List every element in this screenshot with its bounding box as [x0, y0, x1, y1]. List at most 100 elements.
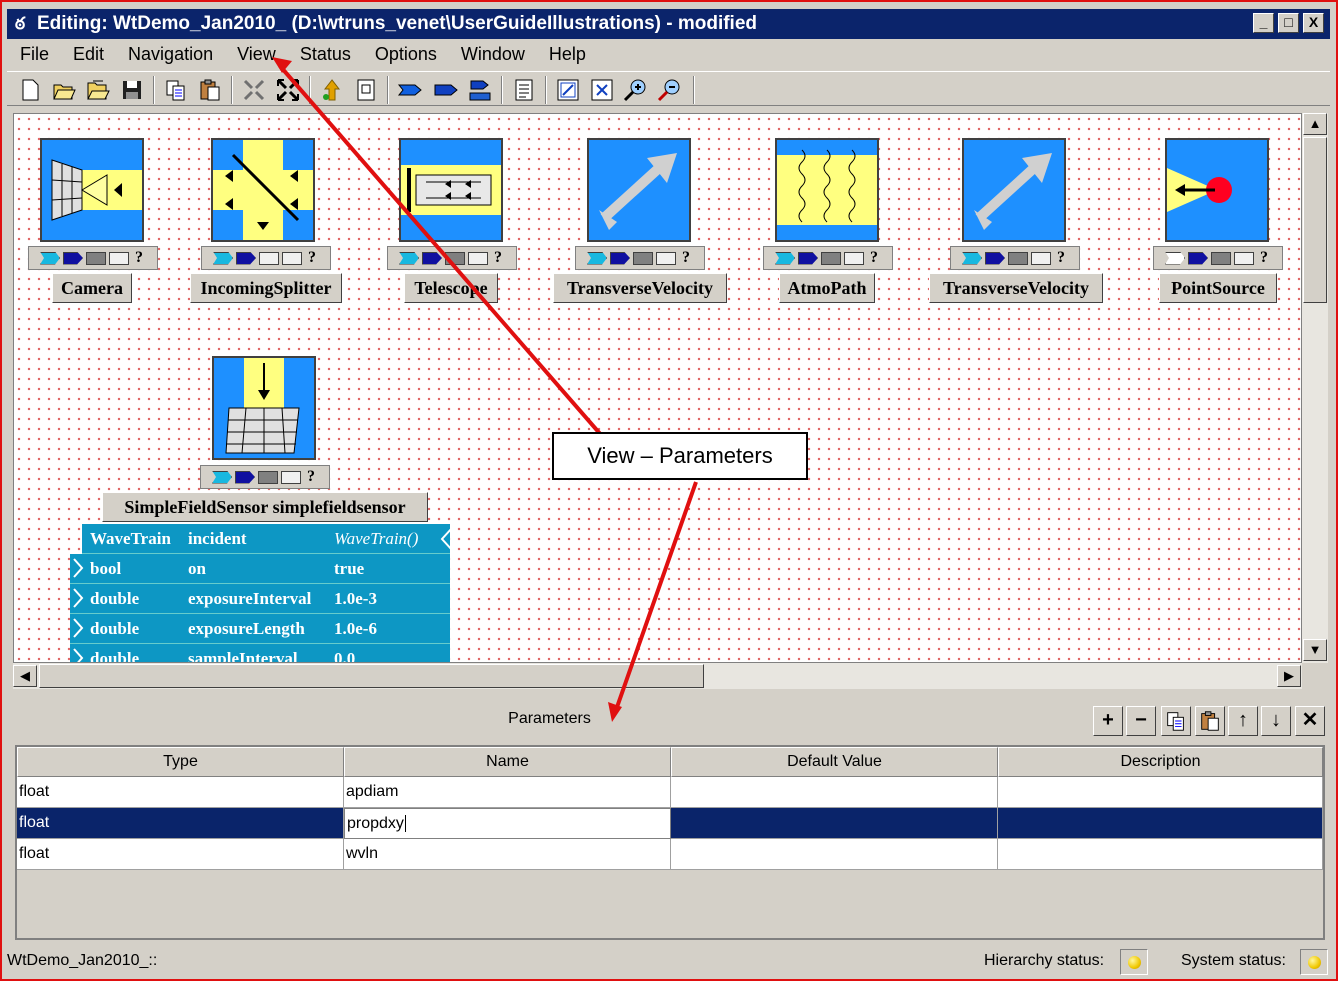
transverse-velocity-block-2[interactable] — [962, 138, 1066, 242]
atmo-path-ports[interactable]: ? — [763, 246, 893, 270]
menu-window[interactable]: Window — [448, 44, 536, 65]
help-button[interactable]: ? — [679, 249, 693, 267]
transverse-velocity-label[interactable]: TransverseVelocity — [553, 273, 727, 303]
collapse-icon[interactable] — [241, 77, 267, 103]
telescope-block[interactable] — [399, 138, 503, 242]
name-cell[interactable]: wvln — [344, 839, 671, 870]
point-source-ports[interactable]: ? — [1153, 246, 1283, 270]
table-row-selected[interactable]: float propdxy — [17, 808, 1323, 839]
input-port[interactable] — [213, 251, 233, 265]
transverse-velocity-ports[interactable]: ? — [575, 246, 705, 270]
menu-view[interactable]: View — [224, 44, 287, 65]
simple-field-sensor-block[interactable] — [212, 356, 316, 460]
zoom-out-icon[interactable] — [657, 77, 683, 103]
scroll-up-icon[interactable]: ▲ — [1303, 113, 1327, 135]
menu-options[interactable]: Options — [362, 44, 448, 65]
hierarchy-status-indicator[interactable] — [1120, 949, 1148, 975]
param-port[interactable] — [259, 251, 279, 265]
input-port[interactable] — [1165, 251, 1185, 265]
state-port[interactable] — [468, 251, 488, 265]
incoming-splitter-block[interactable] — [211, 138, 315, 242]
type-cell[interactable]: float — [17, 808, 344, 839]
description-cell[interactable] — [998, 777, 1323, 808]
output-port[interactable] — [63, 251, 83, 265]
state-port[interactable] — [109, 251, 129, 265]
output-port[interactable] — [610, 251, 630, 265]
help-button[interactable]: ? — [1257, 249, 1271, 267]
block-diagram-canvas[interactable]: ? Camera ? IncomingSplitter ? Telescope … — [13, 113, 1302, 663]
table-row[interactable]: float apdiam — [17, 777, 1323, 808]
notes-icon[interactable] — [511, 77, 537, 103]
point-source-block[interactable] — [1165, 138, 1269, 242]
state-port[interactable] — [1234, 251, 1254, 265]
menu-status[interactable]: Status — [287, 44, 362, 65]
output-port[interactable] — [1188, 251, 1208, 265]
move-down-button[interactable]: ↓ — [1261, 706, 1291, 736]
output-port[interactable] — [235, 470, 255, 484]
param-port[interactable] — [633, 251, 653, 265]
name-edit-field[interactable]: propdxy — [344, 808, 671, 839]
default-value-cell[interactable] — [671, 839, 998, 870]
simple-field-sensor-ports[interactable]: ? — [200, 465, 330, 489]
input-port[interactable] — [212, 470, 232, 484]
io-row-input[interactable]: WaveTrain incident WaveTrain() — [82, 524, 453, 554]
help-button[interactable]: ? — [305, 249, 319, 267]
telescope-label[interactable]: Telescope — [404, 273, 498, 303]
help-button[interactable]: ? — [132, 249, 146, 267]
telescope-ports[interactable]: ? — [387, 246, 517, 270]
new-icon[interactable] — [17, 77, 43, 103]
help-button[interactable]: ? — [304, 468, 318, 486]
zoom-in-icon[interactable] — [623, 77, 649, 103]
output-port[interactable] — [985, 251, 1005, 265]
paste-parameter-button[interactable] — [1195, 706, 1225, 736]
title-bar[interactable]: ఠ Editing: WtDemo_Jan2010_ (D:\wtruns_ve… — [7, 9, 1330, 39]
output-port[interactable] — [236, 251, 256, 265]
transverse-velocity-2-ports[interactable]: ? — [950, 246, 1080, 270]
help-button[interactable]: ? — [1054, 249, 1068, 267]
minimize-button[interactable]: _ — [1253, 13, 1274, 33]
io-row-param[interactable]: double exposureLength 1.0e-6 — [70, 614, 450, 644]
input-port[interactable] — [399, 251, 419, 265]
description-cell[interactable] — [998, 839, 1323, 870]
state-port[interactable] — [1031, 251, 1051, 265]
transverse-velocity-block[interactable] — [587, 138, 691, 242]
vertical-scroll-thumb[interactable] — [1303, 137, 1327, 303]
horizontal-scroll-thumb[interactable] — [39, 664, 704, 688]
column-header-name[interactable]: Name — [344, 747, 671, 777]
io-row-param[interactable]: double exposureInterval 1.0e-3 — [70, 584, 450, 614]
save-icon[interactable] — [119, 77, 145, 103]
open-icon[interactable] — [51, 77, 77, 103]
add-parameter-button[interactable]: + — [1093, 706, 1123, 736]
menu-file[interactable]: File — [7, 44, 60, 65]
description-cell[interactable] — [998, 808, 1323, 839]
input-port[interactable] — [775, 251, 795, 265]
expand-icon[interactable] — [275, 77, 301, 103]
vertical-scrollbar[interactable]: ▲ ▼ — [1302, 113, 1328, 663]
name-cell[interactable]: apdiam — [344, 777, 671, 808]
io-row-param[interactable]: bool on true — [70, 554, 450, 584]
scroll-down-icon[interactable]: ▼ — [1303, 639, 1327, 661]
point-source-label[interactable]: PointSource — [1159, 273, 1277, 303]
scroll-right-icon[interactable]: ▶ — [1277, 665, 1301, 687]
zoom-fit-icon[interactable] — [555, 77, 581, 103]
default-value-cell[interactable] — [671, 777, 998, 808]
document-icon[interactable] — [353, 77, 379, 103]
column-header-default-value[interactable]: Default Value — [671, 747, 998, 777]
camera-ports[interactable]: ? — [28, 246, 158, 270]
param-port[interactable] — [821, 251, 841, 265]
type-cell[interactable]: float — [17, 777, 344, 808]
close-panel-button[interactable]: ✕ — [1295, 706, 1325, 736]
table-row[interactable]: float wvln — [17, 839, 1323, 870]
open-folder-icon[interactable] — [85, 77, 111, 103]
simple-field-sensor-label[interactable]: SimpleFieldSensor simplefieldsensor — [102, 492, 428, 522]
maximize-button[interactable]: □ — [1278, 13, 1299, 33]
param-port[interactable] — [86, 251, 106, 265]
state-port[interactable] — [281, 470, 301, 484]
param-port[interactable] — [1008, 251, 1028, 265]
incoming-splitter-label[interactable]: IncomingSplitter — [190, 273, 342, 303]
output-port[interactable] — [798, 251, 818, 265]
incoming-splitter-ports[interactable]: ? — [201, 246, 331, 270]
io-row-param[interactable]: double sampleInterval 0.0 — [70, 644, 450, 662]
input-port[interactable] — [962, 251, 982, 265]
horizontal-scrollbar[interactable]: ◀ ▶ — [13, 663, 1302, 689]
